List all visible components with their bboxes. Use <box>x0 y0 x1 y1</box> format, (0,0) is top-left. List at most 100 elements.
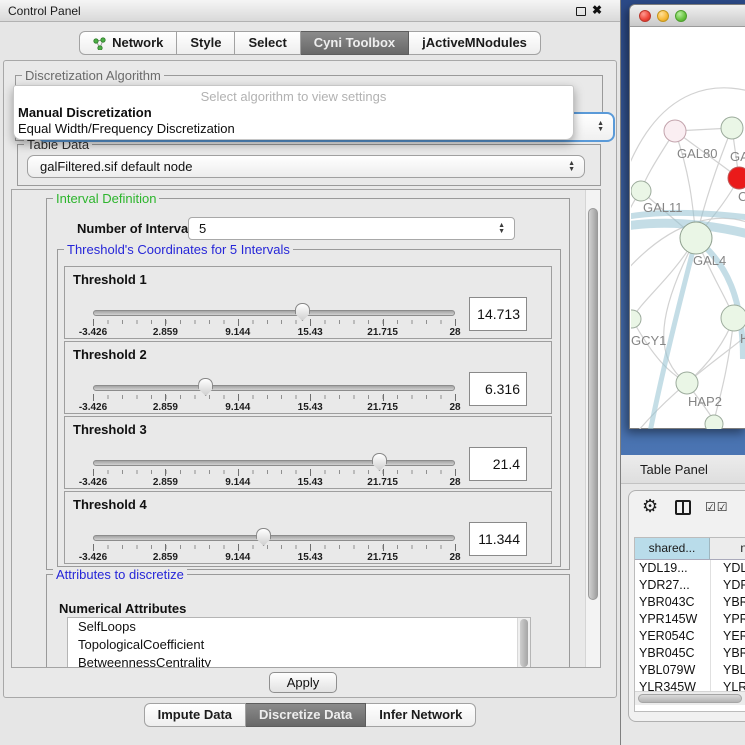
attributes-groupbox: Attributes to discretize Numerical Attri… <box>46 574 570 668</box>
slider-track[interactable] <box>93 460 455 466</box>
settings-scrollbar-thumb[interactable] <box>588 208 598 600</box>
node-gal11[interactable] <box>631 181 651 201</box>
table-row[interactable]: YBR043C YBR0 <box>635 594 745 611</box>
cell-shared-name[interactable]: YLR345W <box>639 679 709 691</box>
node[interactable] <box>721 305 745 331</box>
apply-button[interactable]: Apply <box>269 672 337 693</box>
slider-thumb[interactable] <box>295 303 310 321</box>
attribute-list-item[interactable]: TopologicalCoefficient <box>68 636 530 654</box>
interval-definition-groupbox: Interval Definition Number of Intervals … <box>46 198 570 570</box>
cell-name[interactable]: YDR2 <box>723 577 745 594</box>
dropdown-item-manual[interactable]: Manual Discretization <box>18 105 152 120</box>
cell-name[interactable]: YLR3 <box>723 679 745 691</box>
slider-track[interactable] <box>93 310 455 316</box>
cell-name[interactable]: YBL0 <box>723 662 745 679</box>
numerical-attributes-list[interactable]: SelfLoopsTopologicalCoefficientBetweenne… <box>67 617 531 668</box>
settings-scrollbar[interactable] <box>585 190 600 667</box>
table-panel-title: Table Panel <box>640 462 708 477</box>
table-row[interactable]: YLR345W YLR3 <box>635 679 745 691</box>
table-hscrollbar-thumb[interactable] <box>638 694 742 703</box>
cell-shared-name[interactable]: YPR145W <box>639 611 709 628</box>
close-icon[interactable]: ✖ <box>592 3 602 17</box>
combo-stepper-icon[interactable]: ▲▼ <box>597 121 604 133</box>
minimize-traffic-light-icon[interactable] <box>657 10 669 22</box>
tab-network[interactable]: Network <box>79 31 177 55</box>
tab-label: Discretize Data <box>259 704 352 726</box>
threshold-slider[interactable]: -3.426 2.859 9.144 15.43 21.715 28 <box>93 417 455 490</box>
checkbox-icons[interactable]: ☑☑ <box>705 500 729 514</box>
float-window-icon[interactable] <box>576 7 586 16</box>
spinner-stepper-icon[interactable]: ▲▼ <box>498 223 505 235</box>
gear-icon[interactable]: ⚙ <box>642 496 658 517</box>
node-label: GAL11 <box>643 200 683 215</box>
cell-name[interactable]: YBR0 <box>723 645 745 662</box>
cell-shared-name[interactable]: YBR043C <box>639 594 709 611</box>
combo-stepper-icon[interactable]: ▲▼ <box>568 161 575 173</box>
network-desktop: GAL80 GA C GAL11 GAL4 GCY1 H HAP2 <box>621 0 745 455</box>
node-hap2[interactable] <box>676 372 698 394</box>
slider-thumb[interactable] <box>256 528 271 546</box>
cell-shared-name[interactable]: YBL079W <box>639 662 709 679</box>
cell-shared-name[interactable]: YER054C <box>639 628 709 645</box>
interval-definition-label: Interval Definition <box>53 191 159 206</box>
dropdown-item-equal-width[interactable]: Equal Width/Frequency Discretization <box>18 121 235 136</box>
table-row[interactable]: YBL079W YBL0 <box>635 662 745 679</box>
slider-thumb[interactable] <box>372 453 387 471</box>
threshold-slider[interactable]: -3.426 2.859 9.144 15.43 21.715 28 <box>93 342 455 415</box>
tab-discretize-data[interactable]: Discretize Data <box>246 703 366 727</box>
attribute-list-item[interactable]: BetweennessCentrality <box>68 654 530 668</box>
tab-label: Infer Network <box>379 704 462 726</box>
list-scrollbar-thumb[interactable] <box>520 619 528 667</box>
tab-select[interactable]: Select <box>235 31 300 55</box>
network-view-window[interactable]: GAL80 GA C GAL11 GAL4 GCY1 H HAP2 <box>629 4 745 429</box>
cell-name[interactable]: YBR0 <box>723 594 745 611</box>
node[interactable] <box>705 415 723 429</box>
column-header-shared-name[interactable]: shared... <box>635 538 710 560</box>
node-gal4[interactable] <box>680 222 712 254</box>
cell-name[interactable]: YER0 <box>723 628 745 645</box>
threshold-value-field[interactable]: 14.713 <box>469 297 527 331</box>
cell-shared-name[interactable]: YBR045C <box>639 645 709 662</box>
table-hscrollbar[interactable] <box>635 691 745 705</box>
cell-shared-name[interactable]: YDL19... <box>639 560 709 577</box>
tab-infer-network[interactable]: Infer Network <box>366 703 476 727</box>
close-traffic-light-icon[interactable] <box>639 10 651 22</box>
network-window-titlebar[interactable] <box>630 5 745 27</box>
node-selected[interactable] <box>728 167 745 189</box>
slider-track[interactable] <box>93 535 455 541</box>
threshold-slider[interactable]: -3.426 2.859 9.144 15.43 21.715 28 <box>93 267 455 340</box>
table-row[interactable]: YER054C YER0 <box>635 628 745 645</box>
threshold-value-field[interactable]: 21.4 <box>469 447 527 481</box>
list-scrollbar[interactable] <box>517 618 530 668</box>
threshold-value-field[interactable]: 6.316 <box>469 372 527 406</box>
table-row[interactable]: YDR27... YDR2 <box>635 577 745 594</box>
tab-jactivemnodules[interactable]: jActiveMNodules <box>409 31 541 55</box>
attribute-list-item[interactable]: SelfLoops <box>68 618 530 636</box>
node-gcy1[interactable] <box>631 310 641 328</box>
app-window: Control Panel ✖ Network Style Select Cyn… <box>0 0 745 745</box>
tick-label: -3.426 <box>79 552 107 563</box>
node[interactable] <box>721 117 743 139</box>
table-row[interactable]: YDL19... YDL1 <box>635 560 745 577</box>
network-canvas[interactable]: GAL80 GA C GAL11 GAL4 GCY1 H HAP2 <box>631 27 745 429</box>
threshold-slider[interactable]: -3.426 2.859 9.144 15.43 21.715 28 <box>93 492 455 565</box>
table-row[interactable]: YPR145W YPR1 <box>635 611 745 628</box>
zoom-traffic-light-icon[interactable] <box>675 10 687 22</box>
num-intervals-spinner[interactable]: 5 ▲▼ <box>188 217 515 240</box>
node-gal80[interactable] <box>664 120 686 142</box>
cell-name[interactable]: YDL1 <box>723 560 745 577</box>
table-row[interactable]: YBR045C YBR0 <box>635 645 745 662</box>
column-layout-icon[interactable] <box>675 500 691 515</box>
cell-shared-name[interactable]: YDR27... <box>639 577 709 594</box>
tab-cyni-toolbox[interactable]: Cyni Toolbox <box>301 31 409 55</box>
table-data-combobox[interactable]: galFiltered.sif default node ▲▼ <box>27 155 585 178</box>
slider-track[interactable] <box>93 385 455 391</box>
threshold-value-field[interactable]: 11.344 <box>469 522 527 556</box>
tab-impute-data[interactable]: Impute Data <box>144 703 246 727</box>
panel-title: Control Panel <box>8 4 81 18</box>
column-header-name[interactable]: na <box>710 538 745 560</box>
cell-name[interactable]: YPR1 <box>723 611 745 628</box>
tab-style[interactable]: Style <box>177 31 235 55</box>
slider-thumb[interactable] <box>198 378 213 396</box>
node-label: GA <box>730 149 745 164</box>
